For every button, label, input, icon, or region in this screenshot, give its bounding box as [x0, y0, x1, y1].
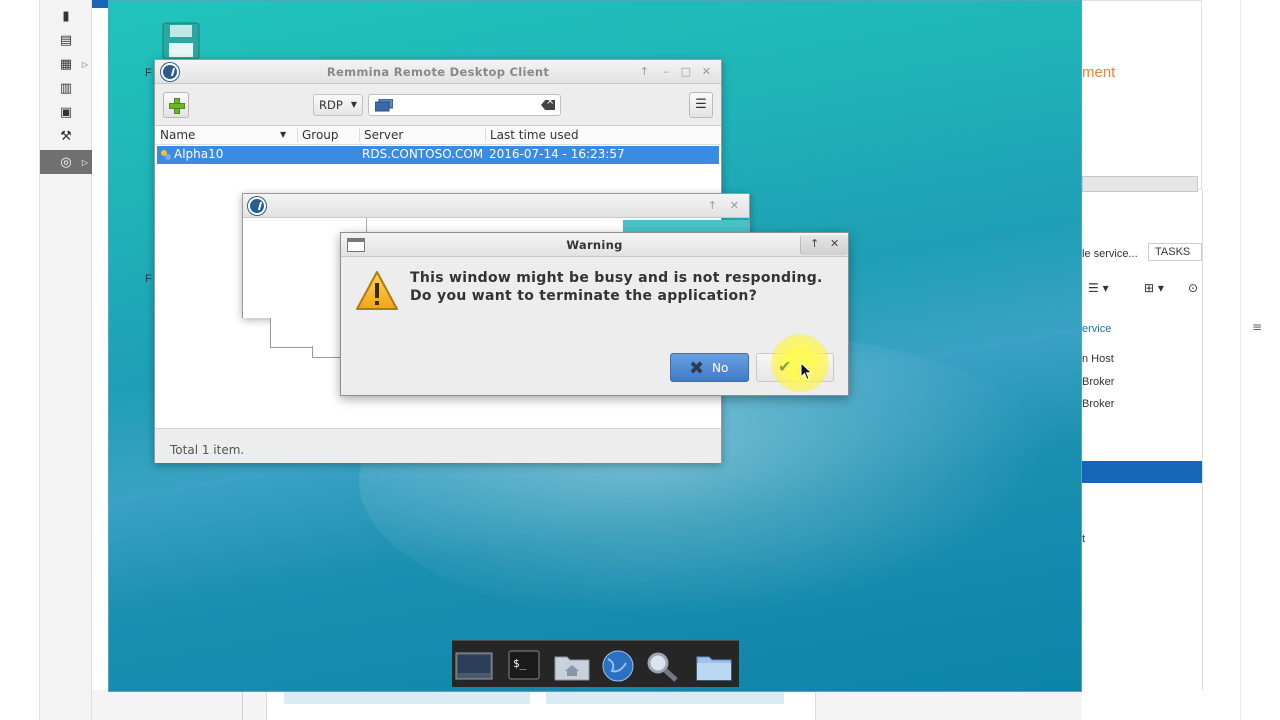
- host-selected-row[interactable]: [1082, 461, 1202, 483]
- column-separator: [359, 128, 360, 142]
- row-name: Alpha10: [174, 147, 224, 161]
- close-icon[interactable]: ✕: [830, 237, 839, 250]
- main-menu-button[interactable]: ☰: [689, 92, 713, 118]
- no-button[interactable]: ✖ No: [670, 353, 749, 382]
- row-last-used: 2016-07-14 - 16:23:57: [489, 147, 625, 161]
- file-storage-icon[interactable]: ▥: [40, 76, 92, 100]
- quick-connect-input[interactable]: [368, 94, 561, 116]
- warning-title: Warning: [566, 238, 623, 252]
- host-sidebar: ▮ ▤ ▦ ▷ ▥ ▣ ⚒ ◎ ▷: [40, 0, 92, 720]
- floppy-icon[interactable]: [161, 21, 201, 61]
- status-bar: Total 1 item.: [155, 428, 721, 463]
- host-tail-text: t: [1082, 533, 1086, 545]
- host-service-link[interactable]: ervice: [1082, 323, 1111, 335]
- table-row[interactable]: Alpha10 RDS.CONTOSO.COM 2016-07-14 - 16:…: [157, 146, 719, 164]
- chevron-down-icon: ▼: [350, 100, 357, 109]
- list-view-icon[interactable]: ☰ ▾: [1088, 281, 1109, 295]
- host-list-item[interactable]: Broker: [1082, 398, 1114, 410]
- keep-above-icon[interactable]: ↑: [708, 199, 717, 212]
- folder-icon[interactable]: [694, 649, 734, 683]
- maximize-icon[interactable]: □: [681, 65, 691, 78]
- remmina-title: Remmina Remote Desktop Client: [326, 65, 550, 79]
- host-heading: ment: [1082, 64, 1116, 81]
- yes-label: es: [795, 361, 809, 375]
- column-server[interactable]: Server: [364, 128, 403, 142]
- remmina-toolbar: RDP ▼ ☰: [155, 84, 721, 126]
- local-server-icon[interactable]: ▤: [40, 28, 92, 52]
- close-icon[interactable]: ✕: [730, 199, 739, 212]
- warning-icon: [356, 271, 398, 310]
- yes-button[interactable]: es: [756, 353, 834, 382]
- column-separator: [485, 128, 486, 142]
- host-scrollbar[interactable]: ≡: [1240, 0, 1280, 720]
- remmina-titlebar[interactable]: Remmina Remote Desktop Client ↑ – □ ✕: [155, 60, 721, 84]
- remmina-logo-icon: [248, 197, 266, 215]
- minimize-icon[interactable]: –: [664, 65, 670, 78]
- column-last-used[interactable]: Last time used: [490, 128, 579, 142]
- column-name[interactable]: Name: [160, 128, 195, 142]
- cancel-x-icon: ✖: [689, 358, 705, 379]
- tasks-button[interactable]: TASKS: [1148, 243, 1202, 261]
- dashboard-icon[interactable]: ▮: [40, 4, 92, 28]
- clear-input-icon[interactable]: [541, 100, 555, 110]
- no-label: No: [712, 361, 729, 375]
- home-folder-icon[interactable]: [552, 649, 592, 683]
- host-progress-bar: [1082, 176, 1198, 192]
- rdp-connection-icon: [161, 150, 171, 160]
- column-header: Name ▼ Group Server Last time used: [155, 126, 721, 145]
- tools-icon[interactable]: ⚒: [40, 124, 92, 148]
- column-group[interactable]: Group: [302, 128, 339, 142]
- plus-icon: [169, 98, 185, 114]
- save-view-icon[interactable]: ⊞ ▾: [1144, 281, 1164, 295]
- svg-text:$_: $_: [513, 657, 527, 670]
- host-bottom-tile-2: [546, 690, 784, 704]
- scroll-grip-icon[interactable]: ≡: [1252, 320, 1262, 334]
- warning-line-1: This window might be busy and is not res…: [410, 270, 823, 286]
- warning-line-2: Do you want to terminate the application…: [410, 288, 758, 304]
- unresponsive-titlebar[interactable]: ↑ ✕: [243, 194, 749, 218]
- web-browser-icon[interactable]: [598, 649, 638, 683]
- warning-titlebar[interactable]: Warning ↑ ✕: [341, 233, 848, 257]
- host-divider: [242, 690, 243, 720]
- desktop-icon-label: F: [145, 67, 152, 79]
- sort-arrow-icon[interactable]: ▼: [280, 130, 286, 139]
- keep-above-icon[interactable]: ↑: [640, 65, 649, 78]
- expand-icon[interactable]: ⊙: [1188, 281, 1198, 295]
- host-bottom-tile-1: [284, 690, 530, 704]
- all-servers-icon[interactable]: ▦ ▷: [40, 52, 92, 76]
- search-icon[interactable]: [642, 649, 682, 683]
- host-bottom-panel: [92, 690, 1240, 720]
- host-accent-bar: [92, 0, 108, 8]
- column-separator: [297, 128, 298, 142]
- dock: $_: [452, 640, 739, 687]
- host-description: le service...: [1082, 248, 1138, 260]
- host-list-item[interactable]: Broker: [1082, 376, 1114, 388]
- host-right-box: [1082, 0, 1202, 190]
- host-list-item[interactable]: n Host: [1082, 353, 1114, 365]
- warning-dialog[interactable]: Warning ↑ ✕ This window might be busy an…: [340, 232, 849, 396]
- desktop-icon-label: F: [145, 273, 152, 285]
- remote-desktop-services-icon[interactable]: ◎ ▷: [40, 150, 92, 174]
- protocol-select[interactable]: RDP ▼: [313, 94, 363, 116]
- show-desktop-icon[interactable]: [454, 649, 494, 683]
- terminal-icon[interactable]: $_: [508, 649, 540, 683]
- close-icon[interactable]: ✕: [702, 65, 711, 78]
- row-server: RDS.CONTOSO.COM: [362, 147, 484, 161]
- monitor-icon: [375, 99, 393, 112]
- warning-message: This window might be busy and is not res…: [410, 269, 823, 305]
- keep-above-icon[interactable]: ↑: [810, 237, 819, 250]
- iis-icon[interactable]: ▣: [40, 100, 92, 124]
- host-left-edge: [0, 0, 40, 720]
- checkmark-icon: ✔: [778, 357, 792, 376]
- titlebar-controls: ↑ ✕: [800, 235, 848, 255]
- protocol-value: RDP: [319, 98, 343, 112]
- host-divider: [1202, 190, 1203, 690]
- new-connection-button[interactable]: [163, 92, 189, 118]
- host-right-panel: ment le service... TASKS ☰ ▾ ⊞ ▾ ⊙ ervic…: [1082, 0, 1240, 720]
